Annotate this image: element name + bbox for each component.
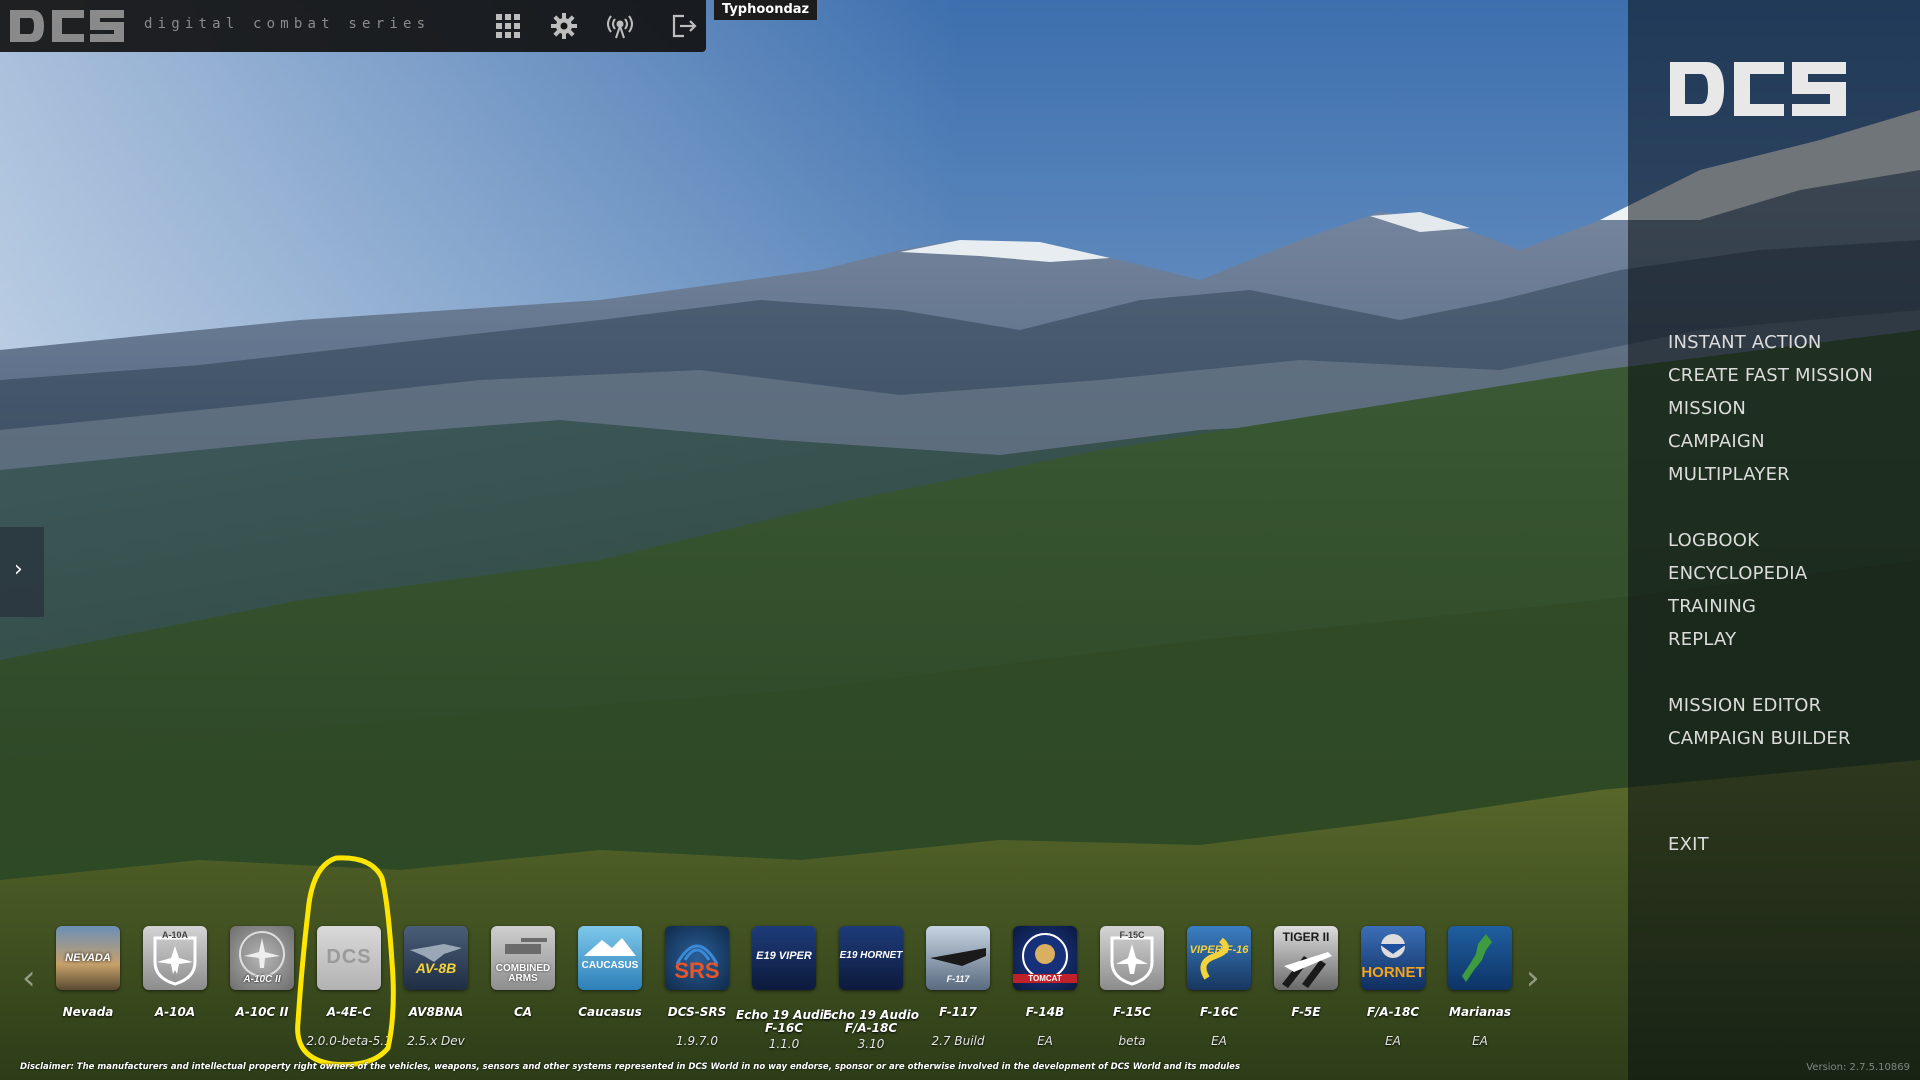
echo19-viper-tile: E19 VIPER xyxy=(752,926,816,990)
version-text: Version: 2.7.5.10869 xyxy=(1806,1062,1910,1073)
menu-logbook[interactable]: LOGBOOK xyxy=(1668,530,1759,551)
module-sub: 2.7 Build xyxy=(931,1034,985,1048)
username-badge: Typhoondaz xyxy=(714,0,818,20)
module-nevada[interactable]: NEVADA Nevada xyxy=(48,926,128,1050)
f16c-tile: VIPER F-16 xyxy=(1187,926,1251,990)
a10c-tile: A-10C II xyxy=(230,926,294,990)
module-f-15c[interactable]: F-15C F-15C beta xyxy=(1092,926,1172,1050)
module-sub: 1.1.0 xyxy=(768,1037,800,1051)
module-av8bna[interactable]: AV-8B AV8BNA 2.5.x Dev xyxy=(396,926,476,1050)
menu-campaign-builder[interactable]: CAMPAIGN BUILDER xyxy=(1668,728,1851,749)
module-label: F-14B xyxy=(1025,1005,1065,1019)
module-f-117[interactable]: F-117 F-117 2.7 Build xyxy=(918,926,998,1050)
module-caucasus[interactable]: CAUCASUS Caucasus xyxy=(570,926,650,1050)
module-label: F-16C xyxy=(1199,1005,1239,1019)
av8b-tile: AV-8B xyxy=(404,926,468,990)
module-strip: ‹ NEVADA Nevada A-10A A-10A A-10C II A-1… xyxy=(0,920,1628,1051)
module-echo19-f16c[interactable]: E19 VIPER Echo 19 Audio F-16C 1.1.0 xyxy=(736,926,832,1051)
module-label: DCS-SRS xyxy=(667,1005,727,1019)
srs-tile: SRS xyxy=(665,926,729,990)
menu-create-fast-mission[interactable]: CREATE FAST MISSION xyxy=(1668,365,1873,386)
module-fa-18c[interactable]: HORNET F/A-18C EA xyxy=(1353,926,1433,1050)
menu-mission[interactable]: MISSION xyxy=(1668,398,1746,419)
side-panel-toggle[interactable]: › xyxy=(0,527,44,617)
module-label: Echo 19 Audio F/A-18C xyxy=(823,1008,919,1035)
dcs-logo xyxy=(10,10,124,42)
f5e-tile: TIGER II xyxy=(1274,926,1338,990)
chevron-right-icon: › xyxy=(14,557,23,582)
module-label: Nevada xyxy=(62,1005,114,1019)
module-sub: 2.5.x Dev xyxy=(407,1034,465,1048)
module-label: A-10A xyxy=(154,1005,196,1019)
marianas-tile xyxy=(1448,926,1512,990)
settings-gear-icon[interactable] xyxy=(550,12,578,40)
module-label: CA xyxy=(513,1005,533,1019)
menu-campaign[interactable]: CAMPAIGN xyxy=(1668,431,1765,452)
chevron-left-icon[interactable]: ‹ xyxy=(22,958,36,998)
disclaimer-text: Disclaimer: The manufacturers and intell… xyxy=(20,1062,1240,1072)
dcs-logo-large xyxy=(1670,62,1846,116)
module-sub: 1.9.7.0 xyxy=(676,1034,718,1048)
f14b-tile: TOMCAT xyxy=(1013,926,1077,990)
echo19-hornet-tile: E19 HORNET xyxy=(839,926,903,990)
module-a-10a[interactable]: A-10A A-10A xyxy=(135,926,215,1050)
module-sub: EA xyxy=(1211,1034,1227,1048)
menu-instant-action[interactable]: INSTANT ACTION xyxy=(1668,332,1822,353)
module-f-14b[interactable]: TOMCAT F-14B EA xyxy=(1005,926,1085,1050)
module-sub: EA xyxy=(1385,1034,1401,1048)
module-label: F/A-18C xyxy=(1366,1005,1420,1019)
tagline: digital combat series xyxy=(144,16,431,32)
jet-icon xyxy=(410,944,462,962)
menu-replay[interactable]: REPLAY xyxy=(1668,629,1736,650)
module-sub: EA xyxy=(1037,1034,1053,1048)
modules-grid-icon[interactable] xyxy=(494,12,522,40)
main-menu-panel: INSTANT ACTION CREATE FAST MISSION MISSI… xyxy=(1628,0,1920,1080)
chevron-right-icon[interactable]: › xyxy=(1526,958,1540,998)
module-label: AV8BNA xyxy=(408,1005,464,1019)
highlight-annotation xyxy=(295,855,396,1068)
module-sub: 3.10 xyxy=(857,1037,885,1051)
menu-training[interactable]: TRAINING xyxy=(1668,596,1756,617)
module-echo19-fa18c[interactable]: E19 HORNET Echo 19 Audio F/A-18C 3.10 xyxy=(823,926,919,1051)
module-label: Marianas xyxy=(1449,1005,1511,1019)
f117-tile: F-117 xyxy=(926,926,990,990)
fa18c-tile: HORNET xyxy=(1361,926,1425,990)
mountain-icon xyxy=(584,938,636,956)
module-label: F-15C xyxy=(1112,1005,1152,1019)
top-bar: digital combat series xyxy=(0,0,706,52)
caucasus-tile: CAUCASUS xyxy=(578,926,642,990)
menu-encyclopedia[interactable]: ENCYCLOPEDIA xyxy=(1668,563,1807,584)
module-label: F-117 xyxy=(939,1005,977,1019)
module-label: Caucasus xyxy=(578,1005,642,1019)
module-ca[interactable]: COMBINED ARMS CA xyxy=(483,926,563,1050)
ca-tile: COMBINED ARMS xyxy=(491,926,555,990)
module-f-16c[interactable]: VIPER F-16 F-16C EA xyxy=(1179,926,1259,1050)
module-a-10c-ii[interactable]: A-10C II A-10C II xyxy=(222,926,302,1050)
menu-multiplayer[interactable]: MULTIPLAYER xyxy=(1668,464,1790,485)
menu-mission-editor[interactable]: MISSION EDITOR xyxy=(1668,695,1821,716)
module-sub: beta xyxy=(1118,1034,1146,1048)
module-f-5e[interactable]: TIGER II F-5E xyxy=(1266,926,1346,1050)
a10a-tile: A-10A xyxy=(143,926,207,990)
f15c-tile: F-15C xyxy=(1100,926,1164,990)
module-dcs-srs[interactable]: SRS DCS-SRS 1.9.7.0 xyxy=(657,926,737,1050)
signal-broadcast-icon[interactable] xyxy=(606,12,634,40)
logout-icon[interactable] xyxy=(670,12,698,40)
nevada-tile: NEVADA xyxy=(56,926,120,990)
module-sub: EA xyxy=(1472,1034,1488,1048)
island-map-icon xyxy=(1462,934,1492,982)
module-label: Echo 19 Audio F-16C xyxy=(736,1008,832,1035)
module-marianas[interactable]: Marianas EA xyxy=(1440,926,1520,1050)
module-label: F-5E xyxy=(1291,1005,1321,1019)
menu-exit[interactable]: EXIT xyxy=(1668,834,1709,855)
